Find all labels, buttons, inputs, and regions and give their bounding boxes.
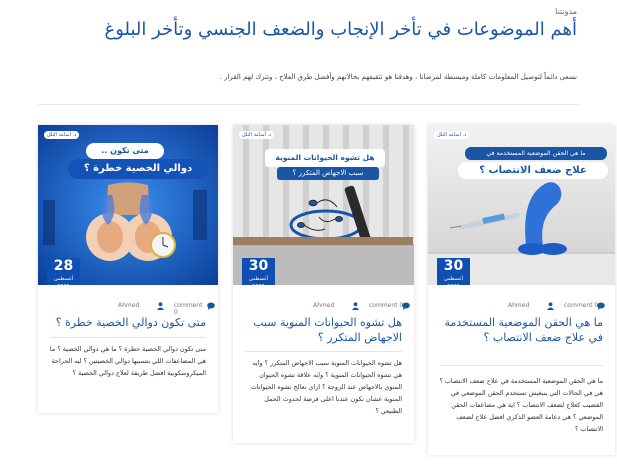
date-day: 30 xyxy=(248,258,269,274)
post-title[interactable]: ما هي الحقن الموضعية المستخدمة في علاج ض… xyxy=(440,315,603,345)
page-subtitle: نسعى دائماً لتوصيل المعلومات كاملة ومبسط… xyxy=(219,73,577,81)
post-excerpt: ما هي الحقن الموضعية المستخدمة في علاج ض… xyxy=(439,377,603,433)
date-day: 28 xyxy=(53,258,74,274)
card-divider xyxy=(50,337,206,338)
image-logo: د. أسامة الثلل xyxy=(44,131,80,139)
date-month: أغسطس 2025 xyxy=(444,276,463,285)
page-title: أهم الموضوعات في تأخر الإنجاب والضعف الج… xyxy=(104,19,577,40)
post-title[interactable]: متى تكون دوالي الخصية خطرة ؟ xyxy=(50,315,206,330)
post-author[interactable]: Ahmed xyxy=(313,302,334,309)
card-divider xyxy=(245,351,402,352)
user-icon xyxy=(352,302,359,310)
post-comments[interactable]: comment 0 xyxy=(564,302,598,309)
card-divider xyxy=(440,365,603,366)
post-meta: Ahmed comment 0 xyxy=(48,302,215,316)
comment-icon xyxy=(207,302,215,310)
date-badge: 28 أغسطس 2025 xyxy=(47,258,80,285)
date-month: أغسطس 2025 xyxy=(54,276,73,285)
post-author[interactable]: Ahmed xyxy=(118,302,139,309)
comment-icon xyxy=(402,302,410,310)
post-title[interactable]: هل تشوه الحيوانات المنوية سبب الاجهاض ال… xyxy=(245,315,402,345)
user-icon xyxy=(547,302,554,310)
image-heading-line-2: سبب الاجهاض المتكرر ؟ xyxy=(292,169,364,177)
post-thumbnail[interactable]: د. أسامة الثلل متى تكون .. دوالي الخصية … xyxy=(38,125,218,285)
image-heading-line-1: ما هي الحقن الموضعية المستخدمة في xyxy=(486,150,586,157)
image-heading-line-1: هل تشوه الحيوانات المنوية xyxy=(275,153,375,162)
date-badge: 30 أغسطس 2025 xyxy=(242,258,275,285)
date-day: 30 xyxy=(443,258,464,274)
post-card-sperm-deformity[interactable]: د. أسامة الثلل هل تشوه الحيوانات المنوية… xyxy=(233,125,414,443)
image-logo: د. أسامة الثلل xyxy=(434,131,470,139)
post-meta: Ahmed comment 0 xyxy=(438,302,605,312)
post-meta: Ahmed comment 0 xyxy=(243,302,410,312)
post-thumbnail[interactable]: د. أسامة الثلل ما هي الحقن الموضعية المس… xyxy=(428,125,615,285)
image-heading-line-1: متى تكون .. xyxy=(101,146,149,155)
user-icon xyxy=(157,302,164,310)
date-badge: 30 أغسطس 2025 xyxy=(437,258,470,285)
post-card-varicocele[interactable]: د. أسامة الثلل متى تكون .. دوالي الخصية … xyxy=(38,125,218,413)
image-logo: د. أسامة الثلل xyxy=(239,131,275,139)
comment-icon xyxy=(597,302,605,310)
blog-page: مدونتنا أهم الموضوعات في تأخر الإنجاب وا… xyxy=(0,0,617,465)
post-excerpt: متى تكون دوالي الخصية خطرة ؟ ما هي دوالي… xyxy=(49,345,206,377)
post-card-local-injections[interactable]: د. أسامة الثلل ما هي الحقن الموضعية المس… xyxy=(428,125,615,455)
header-divider xyxy=(38,104,579,105)
image-heading-line-2: علاج ضعف الانتصاب ؟ xyxy=(479,165,587,176)
image-heading-line-2: دوالي الخصية خطرة ؟ xyxy=(83,163,193,174)
date-month: أغسطس 2025 xyxy=(249,276,268,285)
post-comments[interactable]: comment 0 xyxy=(174,302,208,316)
post-thumbnail[interactable]: د. أسامة الثلل هل تشوه الحيوانات المنوية… xyxy=(233,125,414,285)
post-excerpt: هل تشوه الحيوانات المنوية سبب الاجهاض ال… xyxy=(250,359,402,415)
post-author[interactable]: Ahmed xyxy=(508,302,529,309)
breadcrumb[interactable]: مدونتنا xyxy=(555,7,577,16)
post-comments[interactable]: comment 0 xyxy=(369,302,403,309)
